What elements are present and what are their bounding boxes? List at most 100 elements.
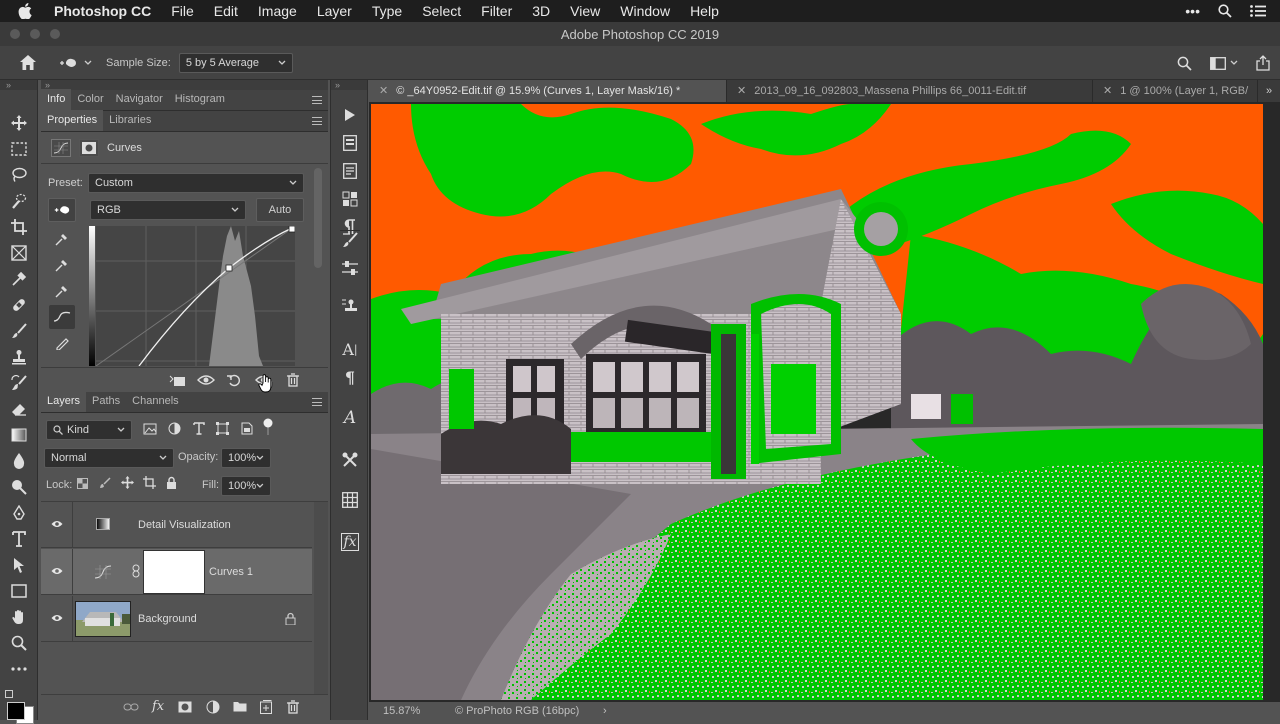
filter-toggle-icon[interactable]: [263, 418, 273, 436]
menu-view[interactable]: View: [570, 3, 600, 19]
marquee-tool-icon[interactable]: [8, 138, 30, 160]
frame-tool-icon[interactable]: [8, 242, 30, 264]
close-tab-icon[interactable]: ✕: [379, 85, 388, 97]
share-icon[interactable]: [1256, 55, 1270, 71]
comments-panel-icon[interactable]: [340, 161, 360, 181]
gradient-tool-icon[interactable]: [8, 424, 30, 446]
tab-color[interactable]: Color: [71, 89, 109, 110]
tools-cross-icon[interactable]: [340, 450, 360, 470]
tab-histogram[interactable]: Histogram: [169, 89, 231, 110]
document-tab-active[interactable]: ✕ © _64Y0952-Edit.tif @ 15.9% (Curves 1, …: [369, 80, 727, 102]
curve-point-tool-icon[interactable]: [49, 305, 75, 329]
filter-smart-objects-icon[interactable]: [241, 422, 253, 435]
lock-image-pixels-icon[interactable]: [99, 477, 111, 489]
close-tab-icon[interactable]: ✕: [1103, 85, 1112, 97]
character-panel-icon[interactable]: A |: [340, 339, 360, 359]
document-canvas[interactable]: [371, 104, 1263, 700]
menu-select[interactable]: Select: [422, 3, 461, 19]
preset-select[interactable]: Custom: [88, 173, 304, 193]
layer-visibility-eye-icon[interactable]: [51, 613, 63, 625]
window-minimize-button[interactable]: [30, 29, 40, 39]
tab-info[interactable]: Info: [41, 89, 72, 110]
edit-toolbar-icon[interactable]: [8, 658, 30, 680]
layer-row-detail-visualization[interactable]: Detail Visualization: [41, 502, 312, 548]
blur-tool-icon[interactable]: [8, 450, 30, 472]
adjustments-sliders-icon[interactable]: [340, 258, 360, 278]
menu-file[interactable]: File: [171, 3, 194, 19]
window-close-button[interactable]: [10, 29, 20, 39]
blend-mode-select[interactable]: Normal: [44, 448, 174, 468]
move-tool-icon[interactable]: [8, 112, 30, 134]
tool-preset-picker[interactable]: [58, 56, 92, 70]
layer-style-fx-icon[interactable]: fx: [152, 699, 164, 714]
new-adjustment-layer-icon[interactable]: [206, 700, 220, 714]
lock-artboard-icon[interactable]: [143, 476, 156, 489]
panel-menu-icon[interactable]: [312, 117, 322, 125]
hand-tool-icon[interactable]: [8, 606, 30, 628]
lasso-tool-icon[interactable]: [8, 164, 30, 186]
fill-input[interactable]: 100%: [221, 476, 271, 496]
properties-scrollbar[interactable]: [314, 168, 322, 268]
curves-adjustment-icon[interactable]: [51, 138, 71, 157]
more-icon[interactable]: •••: [1185, 3, 1200, 19]
pencil-draw-curve-icon[interactable]: [49, 331, 75, 355]
spotlight-search-icon[interactable]: [1218, 4, 1232, 18]
white-point-eyedropper-icon[interactable]: [49, 279, 75, 303]
default-colors-icon[interactable]: [5, 690, 13, 698]
layer-mask-thumbnail[interactable]: [143, 550, 205, 594]
paragraph-icon[interactable]: ¶: [340, 367, 360, 387]
lock-position-icon[interactable]: [121, 476, 134, 489]
tab-properties[interactable]: Properties: [41, 110, 104, 131]
filter-type-layers-icon[interactable]: [193, 422, 205, 435]
layer-row-background[interactable]: Background: [41, 596, 312, 642]
opacity-input[interactable]: 100%: [221, 448, 271, 468]
menu-layer[interactable]: Layer: [317, 3, 352, 19]
menu-3d[interactable]: 3D: [532, 3, 550, 19]
document-tab[interactable]: ✕ 2013_09_16_092803_Massena Phillips 66_0…: [727, 80, 1093, 102]
eraser-tool-icon[interactable]: [8, 398, 30, 420]
status-menu-chevron-icon[interactable]: ›: [603, 702, 607, 720]
clip-to-layer-icon[interactable]: [169, 374, 185, 388]
menu-filter[interactable]: Filter: [481, 3, 512, 19]
lock-transparent-pixels-icon[interactable]: [77, 478, 88, 489]
view-previous-state-icon[interactable]: [197, 373, 215, 387]
clone-stamp-tool-icon[interactable]: [8, 346, 30, 368]
menu-type[interactable]: Type: [372, 3, 402, 19]
pen-tool-icon[interactable]: [8, 502, 30, 524]
dock-collapse-bar[interactable]: »: [331, 80, 367, 90]
sample-size-select[interactable]: 5 by 5 Average: [178, 52, 293, 73]
eyedropper-tool-icon[interactable]: [8, 268, 30, 290]
window-zoom-button[interactable]: [50, 29, 60, 39]
new-layer-icon[interactable]: [260, 700, 272, 714]
styles-fx-icon[interactable]: fx: [340, 532, 360, 552]
menu-edit[interactable]: Edit: [214, 3, 238, 19]
new-group-folder-icon[interactable]: [233, 701, 247, 712]
delete-layer-icon[interactable]: [287, 700, 299, 714]
healing-brush-tool-icon[interactable]: [8, 294, 30, 316]
clone-source-icon[interactable]: [340, 296, 360, 316]
close-tab-icon[interactable]: ✕: [737, 85, 746, 97]
filter-pixel-layers-icon[interactable]: [143, 423, 157, 435]
panel-menu-icon[interactable]: [312, 398, 322, 406]
menu-help[interactable]: Help: [690, 3, 719, 19]
modifier-keys-icon[interactable]: [340, 189, 360, 209]
type-tool-icon[interactable]: [8, 528, 30, 550]
tab-libraries[interactable]: Libraries: [103, 110, 157, 131]
apple-menu-icon[interactable]: [18, 3, 40, 19]
layer-mask-link-icon[interactable]: [132, 564, 140, 578]
app-name-menu[interactable]: Photoshop CC: [54, 3, 151, 19]
history-brush-tool-icon[interactable]: [8, 372, 30, 394]
background-layer-thumbnail[interactable]: [75, 601, 131, 637]
quick-selection-tool-icon[interactable]: [8, 190, 30, 212]
black-point-eyedropper-icon[interactable]: [49, 227, 75, 251]
targeted-adjustment-button[interactable]: [48, 198, 76, 222]
tab-layers[interactable]: Layers: [41, 391, 87, 412]
layer-visibility-eye-icon[interactable]: [51, 566, 63, 578]
dodge-tool-icon[interactable]: [8, 476, 30, 498]
rectangle-tool-icon[interactable]: [8, 580, 30, 602]
more-tabs-icon[interactable]: »: [1258, 80, 1280, 102]
brush-settings-icon[interactable]: [340, 230, 360, 250]
glyphs-panel-icon[interactable]: A: [340, 408, 360, 428]
tools-collapse-bar[interactable]: »: [0, 80, 37, 90]
add-layer-mask-icon[interactable]: [178, 700, 192, 714]
